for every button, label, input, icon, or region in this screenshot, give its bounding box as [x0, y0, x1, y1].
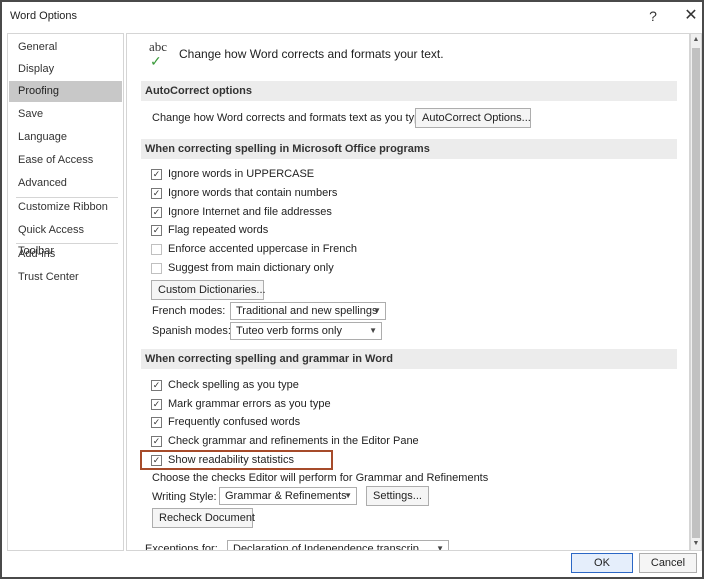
checkbox-ignore-uppercase[interactable]: ✓ [151, 169, 162, 180]
exceptions-document-dropdown[interactable]: Declaration of Independence transcrip ▼ [227, 540, 449, 551]
cancel-button[interactable]: Cancel [639, 553, 697, 573]
sidebar-item-customize-ribbon[interactable]: Customize Ribbon [9, 197, 122, 218]
scroll-down-icon[interactable]: ▼ [691, 538, 701, 550]
chevron-down-icon: ▼ [369, 326, 377, 335]
sidebar-item-display[interactable]: Display [9, 59, 122, 80]
label-ignore-numbers: Ignore words that contain numbers [168, 187, 338, 199]
sidebar-item-advanced[interactable]: Advanced [9, 173, 122, 194]
section-autocorrect-title: AutoCorrect options [141, 81, 677, 101]
writing-style-value: Grammar & Refinements [225, 490, 347, 502]
sidebar-item-trust-center[interactable]: Trust Center [9, 267, 122, 288]
sidebar-item-proofing[interactable]: Proofing [9, 81, 122, 102]
label-enforce-french: Enforce accented uppercase in French [168, 243, 357, 255]
spanish-modes-dropdown[interactable]: Tuteo verb forms only ▼ [230, 322, 382, 340]
editor-checks-note: Choose the checks Editor will perform fo… [152, 472, 489, 484]
section-office-spelling-title: When correcting spelling in Microsoft Of… [141, 139, 677, 159]
section-word-spelling-title: When correcting spelling and grammar in … [141, 349, 677, 369]
sidebar-item-ease-of-access[interactable]: Ease of Access [9, 150, 122, 171]
sidebar-item-general[interactable]: General [9, 37, 122, 58]
label-flag-repeated: Flag repeated words [168, 224, 269, 236]
label-suggest-main-dictionary: Suggest from main dictionary only [168, 262, 334, 274]
sidebar-item-save[interactable]: Save [9, 104, 122, 125]
panel-header-text: Change how Word corrects and formats you… [179, 47, 444, 61]
scroll-up-icon[interactable]: ▲ [691, 34, 701, 46]
proofing-panel: abc ✓ Change how Word corrects and forma… [126, 33, 690, 551]
vertical-scrollbar[interactable]: ▲ ▼ [690, 33, 702, 551]
chevron-down-icon: ▼ [373, 306, 381, 315]
label-mark-grammar: Mark grammar errors as you type [168, 398, 331, 410]
writing-style-dropdown[interactable]: Grammar & Refinements ▼ [219, 487, 357, 505]
help-button[interactable]: ? [640, 6, 666, 26]
checkbox-confused-words[interactable]: ✓ [151, 417, 162, 428]
checkbox-check-spelling[interactable]: ✓ [151, 380, 162, 391]
exceptions-value: Declaration of Independence transcrip [233, 543, 419, 551]
scroll-thumb[interactable] [692, 48, 700, 538]
sidebar-item-language[interactable]: Language [9, 127, 122, 148]
checkbox-flag-repeated[interactable]: ✓ [151, 225, 162, 236]
label-ignore-internet: Ignore Internet and file addresses [168, 206, 332, 218]
ok-button[interactable]: OK [571, 553, 633, 573]
checkbox-mark-grammar[interactable]: ✓ [151, 399, 162, 410]
autocorrect-options-button[interactable]: AutoCorrect Options... [415, 108, 531, 128]
label-check-spelling: Check spelling as you type [168, 379, 299, 391]
autocorrect-description: Change how Word corrects and formats tex… [152, 112, 430, 124]
checkbox-ignore-numbers[interactable]: ✓ [151, 188, 162, 199]
french-modes-label: French modes: [152, 305, 226, 317]
proofing-abc-icon: abc ✓ [149, 39, 175, 69]
close-button[interactable]: ✕ [678, 6, 704, 26]
sidebar-item-add-ins[interactable]: Add-ins [9, 244, 122, 265]
checkbox-suggest-main-dictionary[interactable] [151, 263, 162, 274]
checkbox-enforce-french[interactable] [151, 244, 162, 255]
label-confused-words: Frequently confused words [168, 416, 301, 428]
title-bar: Word Options ? ✕ [2, 2, 702, 30]
french-modes-dropdown[interactable]: Traditional and new spellings ▼ [230, 302, 386, 320]
checkbox-ignore-internet[interactable]: ✓ [151, 207, 162, 218]
settings-button[interactable]: Settings... [366, 486, 429, 506]
readability-highlight-box [140, 450, 333, 470]
spanish-modes-label: Spanish modes: [152, 325, 231, 337]
chevron-down-icon: ▼ [436, 544, 444, 551]
french-modes-value: Traditional and new spellings [236, 305, 378, 317]
label-check-grammar-editor: Check grammar and refinements in the Edi… [168, 435, 419, 447]
spanish-modes-value: Tuteo verb forms only [236, 325, 342, 337]
writing-style-label: Writing Style: [152, 491, 217, 503]
sidebar-item-quick-access-toolbar[interactable]: Quick Access Toolbar [9, 220, 122, 257]
recheck-document-button[interactable]: Recheck Document [152, 508, 255, 528]
checkbox-check-grammar-editor[interactable]: ✓ [151, 436, 162, 447]
custom-dictionaries-button[interactable]: Custom Dictionaries... [151, 280, 266, 300]
chevron-down-icon: ▼ [344, 491, 352, 500]
label-ignore-uppercase: Ignore words in UPPERCASE [168, 168, 315, 180]
green-check-icon: ✓ [150, 53, 162, 69]
dialog-title: Word Options [10, 10, 78, 22]
exceptions-label: Exceptions for: [145, 543, 218, 551]
sidebar-nav: General Display Proofing Save Language E… [7, 33, 124, 551]
